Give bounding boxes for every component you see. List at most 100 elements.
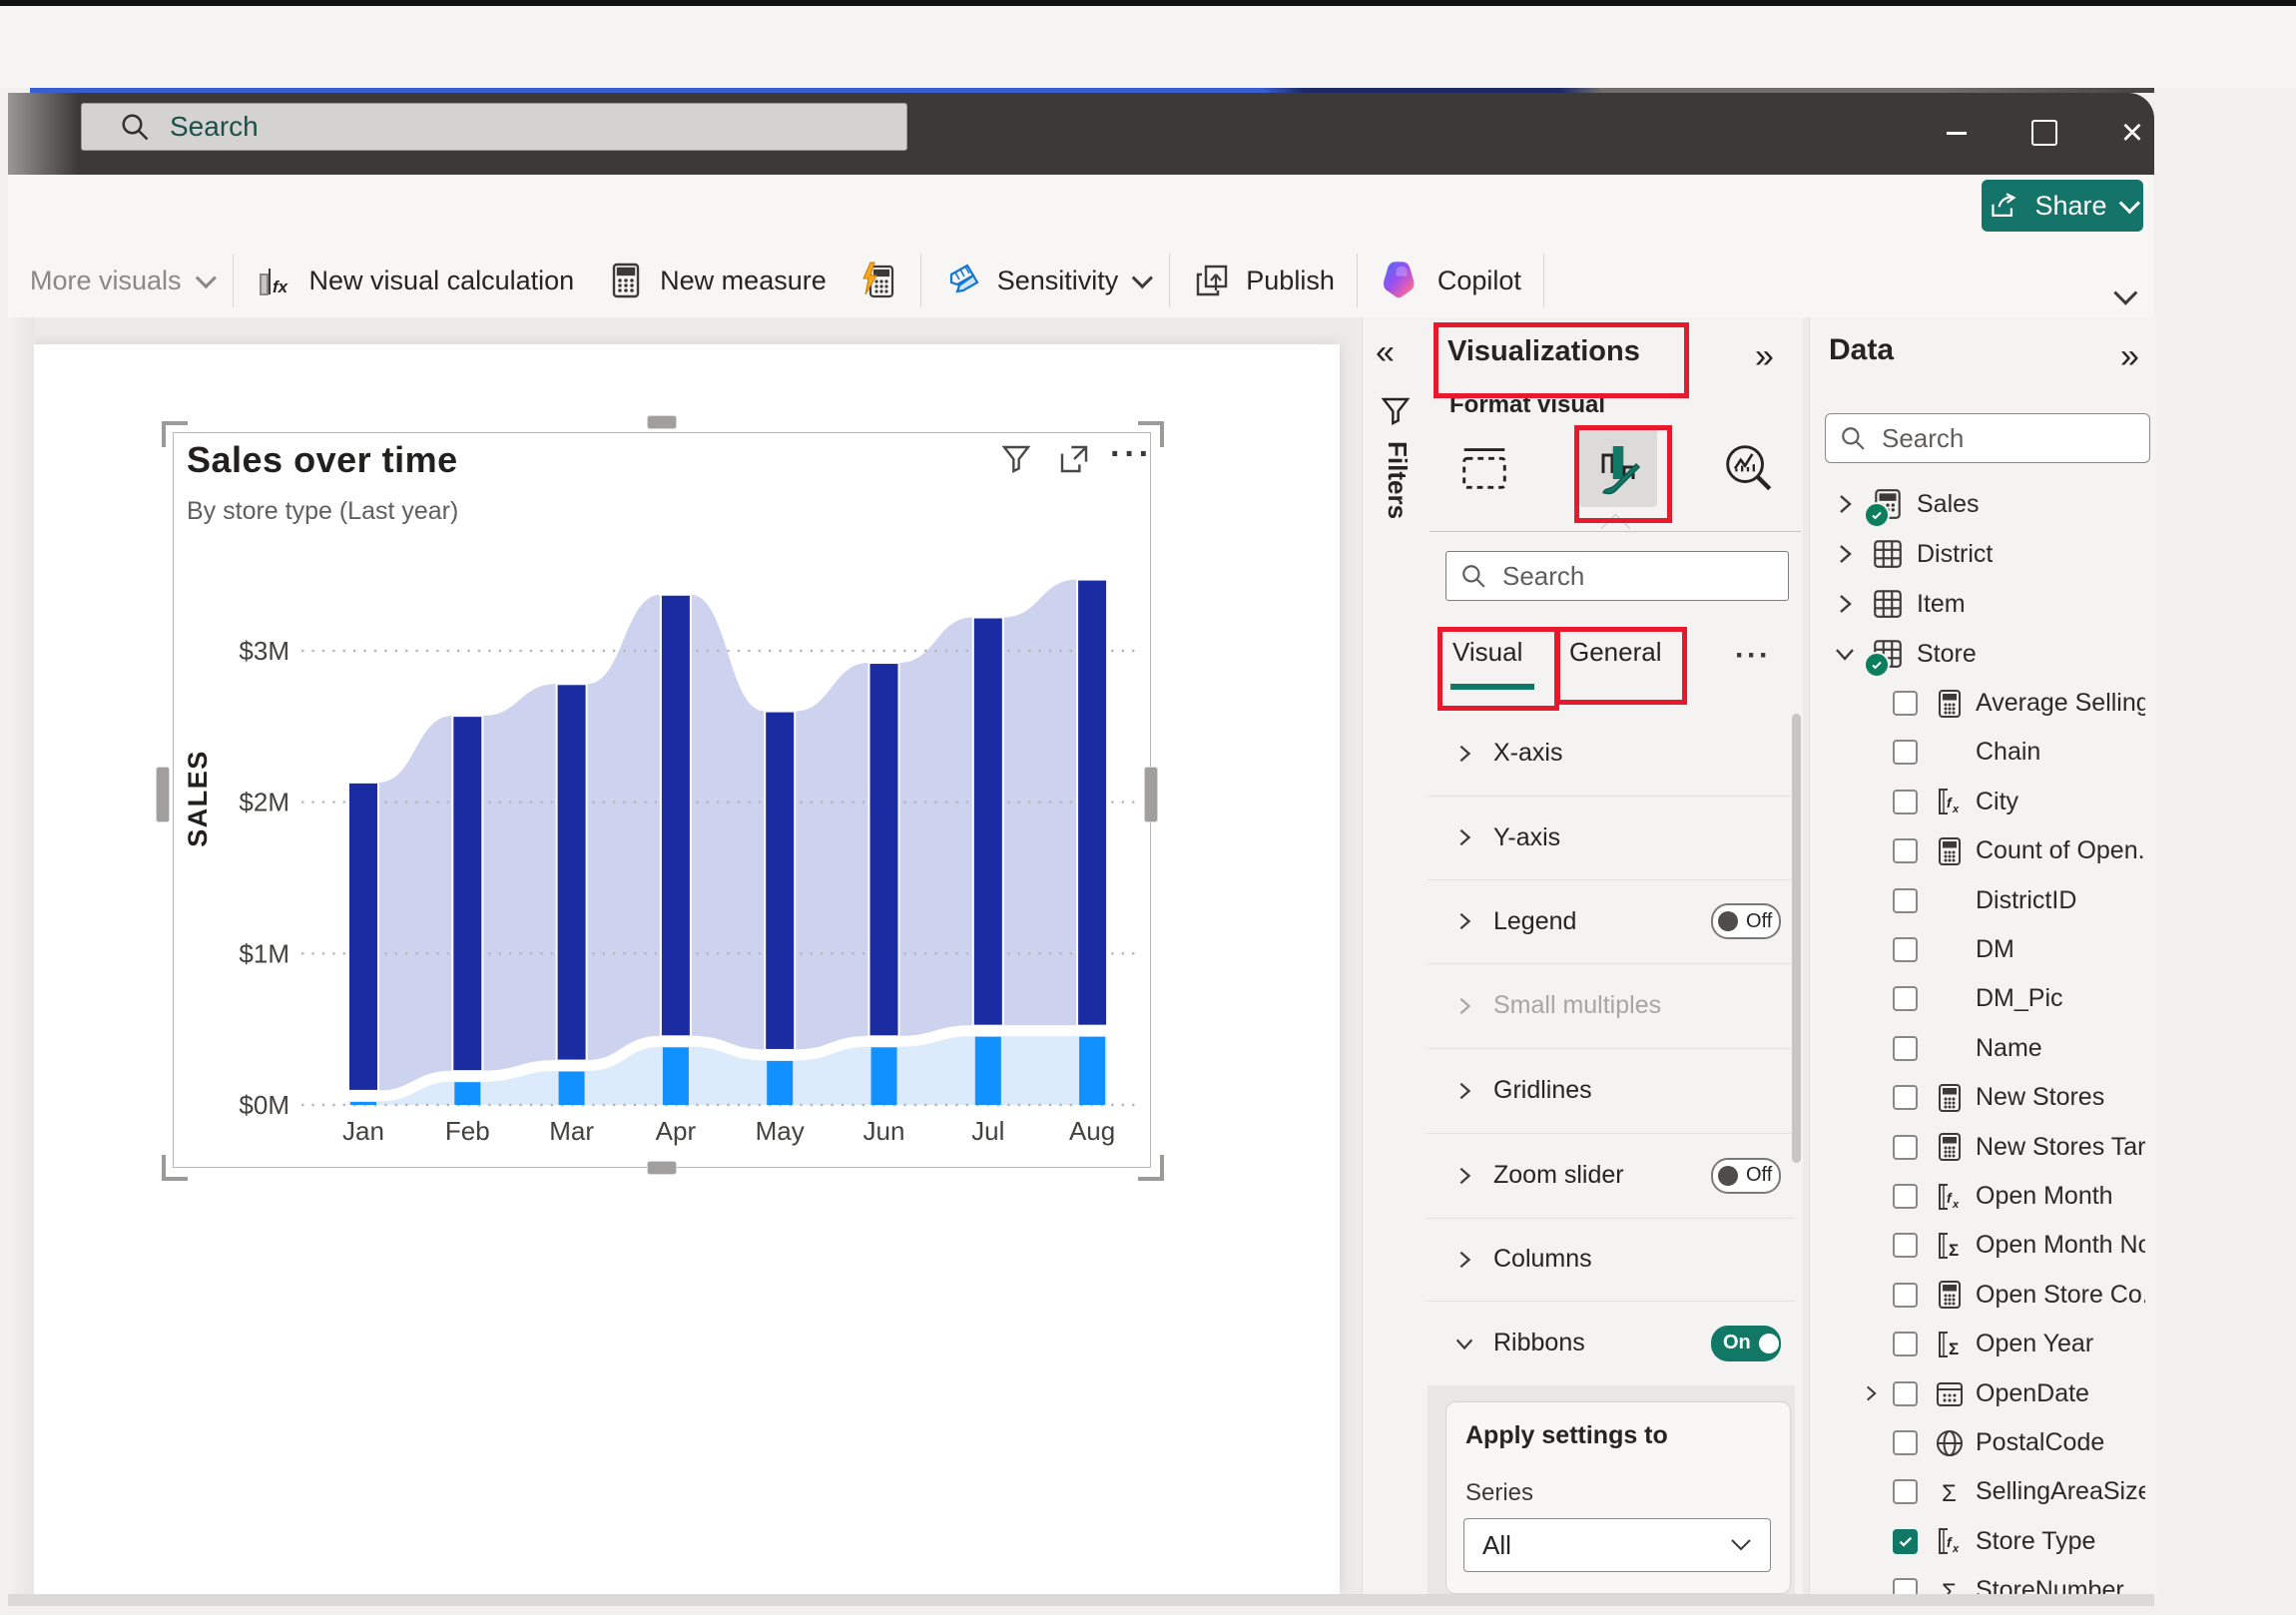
field-checkbox[interactable] (1893, 838, 1918, 863)
data-field-districtid[interactable]: DistrictID (1809, 876, 2156, 925)
scrollbar-thumb[interactable] (1792, 714, 1801, 1163)
data-field-new-stores-tar[interactable]: New Stores Tar... (1809, 1123, 2156, 1172)
field-checkbox[interactable] (1893, 1036, 1918, 1061)
field-checkbox[interactable] (1893, 1332, 1918, 1356)
toolbar-item-sensitivity[interactable]: Sensitivity (927, 261, 1164, 300)
field-checkbox[interactable] (1893, 986, 1918, 1011)
field-checkbox[interactable] (1893, 888, 1918, 913)
data-field-postalcode[interactable]: PostalCode (1809, 1418, 2156, 1467)
resize-handle-bottom-center[interactable] (647, 1161, 677, 1175)
close-button[interactable]: × (2102, 103, 2162, 163)
toolbar-item-copilot[interactable]: Copilot (1364, 259, 1537, 302)
field-checkbox[interactable] (1893, 1233, 1918, 1258)
ribbons-toggle[interactable]: On (1711, 1326, 1781, 1361)
data-field-storenumber[interactable]: ΣStoreNumber (1809, 1566, 2156, 1615)
field-checkbox[interactable] (1893, 1430, 1918, 1455)
chevron-right-icon[interactable] (1453, 826, 1475, 848)
field-checkbox[interactable] (1893, 1529, 1918, 1554)
field-checkbox[interactable] (1893, 691, 1918, 716)
titlebar-search[interactable] (81, 103, 907, 151)
format-visual-icon[interactable] (1579, 427, 1657, 507)
data-field-city[interactable]: fxCity (1809, 778, 2156, 826)
data-search[interactable] (1825, 413, 2150, 463)
toolbar-item-more-visuals[interactable]: More visuals (14, 266, 227, 296)
chevron-right-icon[interactable] (1453, 1080, 1475, 1102)
ribbon-collapse-chevron[interactable] (2114, 287, 2150, 313)
series-dropdown[interactable]: All (1463, 1518, 1771, 1572)
visualizations-collapse-icon[interactable]: » (1755, 339, 1774, 373)
chevron-down-icon[interactable] (1453, 1333, 1475, 1354)
ribbon-chart[interactable]: $0M$1M$2M$3MJanFebMarAprMayJunJulAugSALE… (173, 559, 1148, 1158)
tab-general[interactable]: General (1569, 637, 1662, 668)
data-field-new-stores[interactable]: New Stores (1809, 1073, 2156, 1122)
filters-expand-icon[interactable]: « (1376, 335, 1395, 369)
format-section-legend[interactable]: LegendOff (1428, 879, 1795, 964)
field-checkbox[interactable] (1893, 1184, 1918, 1209)
format-section-y-axis[interactable]: Y-axis (1428, 796, 1795, 880)
field-checkbox[interactable] (1893, 1381, 1918, 1406)
visual-more-options-icon[interactable]: ··· (1110, 435, 1153, 474)
chevron-right-icon[interactable] (1861, 1383, 1881, 1403)
visual-filter-icon[interactable] (996, 441, 1036, 477)
resize-handle-top-center[interactable] (647, 415, 677, 429)
field-checkbox[interactable] (1893, 937, 1918, 962)
data-table-district[interactable]: District (1809, 529, 2156, 579)
format-section-ribbons[interactable]: RibbonsOn (1428, 1301, 1795, 1386)
data-table-sales[interactable]: Sales (1809, 479, 2156, 529)
maximize-button[interactable] (2014, 103, 2074, 163)
data-field-sellingareasize[interactable]: ΣSellingAreaSize (1809, 1467, 2156, 1516)
data-field-open-month[interactable]: fxOpen Month (1809, 1172, 2156, 1221)
build-visual-icon[interactable] (1445, 427, 1523, 507)
format-section-gridlines[interactable]: Gridlines (1428, 1048, 1795, 1134)
visual-popout-icon[interactable] (1054, 441, 1094, 477)
data-field-dm-pic[interactable]: DM_Pic (1809, 974, 2156, 1023)
field-checkbox[interactable] (1893, 790, 1918, 814)
resize-handle-bottom-right[interactable] (1138, 1155, 1164, 1181)
data-field-open-month-no[interactable]: ΣOpen Month No (1809, 1221, 2156, 1270)
format-section-zoom-slider[interactable]: Zoom sliderOff (1428, 1133, 1795, 1219)
resize-handle-top-left[interactable] (162, 421, 188, 447)
chevron-right-icon[interactable] (1833, 492, 1857, 516)
field-checkbox[interactable] (1893, 1283, 1918, 1308)
chevron-right-icon[interactable] (1453, 1165, 1475, 1187)
field-checkbox[interactable] (1893, 1135, 1918, 1160)
field-checkbox[interactable] (1893, 1085, 1918, 1110)
tabs-more-options-icon[interactable]: ··· (1735, 639, 1771, 673)
tab-visual[interactable]: Visual (1452, 637, 1522, 668)
data-field-average-selling[interactable]: Average Selling... (1809, 679, 2156, 728)
toolbar-item-quick-measure[interactable] (843, 261, 914, 300)
chevron-right-icon[interactable] (1453, 743, 1475, 765)
data-field-dm[interactable]: DM (1809, 925, 2156, 974)
field-checkbox[interactable] (1893, 740, 1918, 765)
format-section-columns[interactable]: Columns (1428, 1218, 1795, 1302)
data-field-name[interactable]: Name (1809, 1024, 2156, 1073)
data-pane-collapse-icon[interactable]: » (2120, 339, 2139, 373)
format-section-small-multiples[interactable]: Small multiples (1428, 963, 1795, 1049)
share-button[interactable]: Share (1982, 180, 2143, 232)
chevron-right-icon[interactable] (1453, 1249, 1475, 1271)
analytics-icon[interactable] (1709, 427, 1787, 507)
legend-toggle[interactable]: Off (1711, 903, 1781, 939)
data-field-chain[interactable]: Chain (1809, 728, 2156, 777)
data-table-item[interactable]: Item (1809, 579, 2156, 629)
chevron-down-icon[interactable] (1833, 642, 1857, 666)
format-search-input[interactable] (1500, 560, 1750, 593)
resize-handle-left-center[interactable] (156, 767, 170, 822)
toolbar-item-new-measure[interactable]: New measure (590, 261, 843, 300)
data-field-count-of-open[interactable]: Count of Open... (1809, 826, 2156, 875)
format-section-x-axis[interactable]: X-axis (1428, 711, 1795, 797)
toolbar-item-publish[interactable]: Publish (1176, 261, 1351, 300)
field-checkbox[interactable] (1893, 1479, 1918, 1504)
titlebar-search-input[interactable] (168, 110, 771, 144)
toolbar-item-new-visual-calculation[interactable]: fxNew visual calculation (240, 261, 591, 300)
data-search-input[interactable] (1880, 422, 2116, 455)
data-table-store[interactable]: Store (1809, 629, 2156, 679)
data-field-store-type[interactable]: fxStore Type (1809, 1517, 2156, 1566)
zoom-slider-toggle[interactable]: Off (1711, 1158, 1781, 1194)
format-search[interactable] (1445, 551, 1789, 601)
resize-handle-bottom-left[interactable] (162, 1155, 188, 1181)
data-field-opendate[interactable]: OpenDate (1809, 1369, 2156, 1418)
chevron-right-icon[interactable] (1453, 910, 1475, 932)
filter-funnel-icon[interactable] (1380, 395, 1412, 427)
chevron-right-icon[interactable] (1833, 592, 1857, 616)
